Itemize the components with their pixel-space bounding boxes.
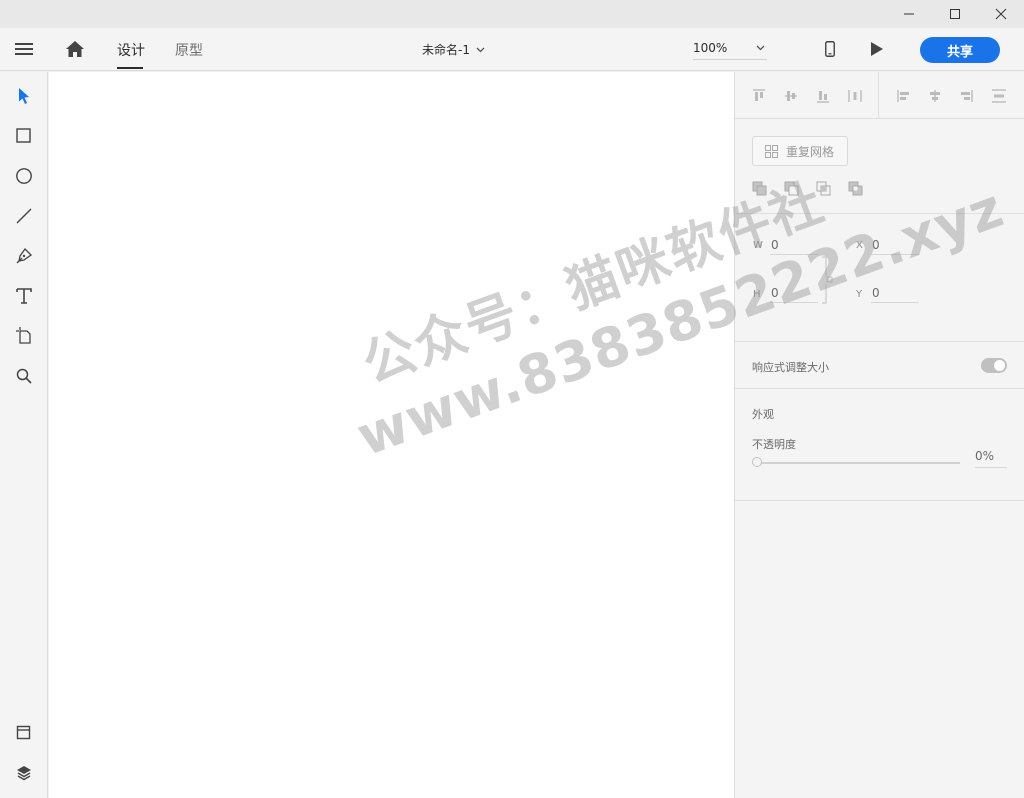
- preview-play-button[interactable]: [866, 36, 888, 62]
- height-label: H: [753, 289, 761, 300]
- ellipse-tool[interactable]: [10, 162, 38, 190]
- lock-aspect-icon[interactable]: [821, 256, 833, 304]
- line-icon: [16, 208, 32, 224]
- alignment-section: [735, 72, 1024, 119]
- boolean-intersect-button[interactable]: [815, 180, 833, 198]
- responsive-resize-toggle[interactable]: [981, 358, 1007, 373]
- opacity-value-field[interactable]: 0%: [975, 444, 1007, 468]
- pen-icon: [16, 248, 32, 264]
- top-toolbar: 设计 原型 未命名-1 100% 共享: [0, 28, 1024, 71]
- chevron-down-icon: [476, 47, 485, 52]
- document-title: 未命名-1: [422, 43, 470, 57]
- align-top-button[interactable]: [749, 86, 769, 106]
- close-icon: [995, 8, 1007, 20]
- align-center-icon: [930, 90, 940, 102]
- x-label: X: [856, 240, 863, 251]
- zoom-tool[interactable]: [10, 362, 38, 390]
- maximize-button[interactable]: [932, 0, 978, 28]
- active-tab-indicator: [117, 67, 143, 69]
- rectangle-tool[interactable]: [10, 122, 38, 150]
- ellipse-icon: [16, 168, 32, 184]
- align-right-button[interactable]: [956, 86, 976, 106]
- opacity-slider-track[interactable]: [752, 462, 960, 464]
- distribute-vertical-button[interactable]: [989, 86, 1009, 106]
- y-label: Y: [856, 289, 863, 300]
- rectangle-icon: [16, 128, 31, 143]
- text-tool[interactable]: [10, 282, 38, 310]
- align-left-button[interactable]: [894, 86, 914, 106]
- repeat-grid-button[interactable]: 重复网格: [752, 136, 848, 166]
- height-field[interactable]: 0: [770, 283, 818, 303]
- appearance-title: 外观: [752, 408, 774, 421]
- mobile-device-icon: [825, 41, 835, 57]
- design-canvas[interactable]: [49, 72, 734, 798]
- align-right-icon: [961, 90, 973, 102]
- divider: [878, 72, 879, 119]
- opacity-slider-thumb[interactable]: [752, 457, 762, 467]
- layers-panel-button[interactable]: [10, 759, 38, 787]
- width-field[interactable]: 0: [770, 235, 818, 255]
- minimize-icon: [904, 13, 914, 15]
- align-bottom-icon: [817, 91, 829, 103]
- app-window: 设计 原型 未命名-1 100% 共享 重复网格 W 0 H 0 X 0 Y 0…: [0, 0, 1024, 798]
- layers-icon: [17, 766, 31, 781]
- boolean-intersect-icon: [816, 181, 831, 196]
- text-icon: [16, 288, 32, 304]
- maximize-icon: [950, 9, 960, 19]
- grid-icon: [765, 144, 778, 158]
- close-button[interactable]: [978, 0, 1024, 28]
- repeat-grid-label: 重复网格: [786, 144, 835, 159]
- artboard-tool[interactable]: [10, 322, 38, 350]
- play-icon: [871, 42, 883, 56]
- tab-design[interactable]: 设计: [117, 40, 145, 60]
- line-tool[interactable]: [10, 202, 38, 230]
- device-preview-button[interactable]: [820, 36, 840, 62]
- share-button[interactable]: 共享: [920, 37, 1000, 63]
- home-button[interactable]: [60, 34, 90, 64]
- y-field[interactable]: 0: [871, 283, 919, 303]
- select-tool[interactable]: [10, 82, 38, 110]
- distribute-vertical-icon: [992, 89, 1006, 103]
- hamburger-icon: [15, 43, 33, 55]
- boolean-exclude-button[interactable]: [847, 180, 865, 198]
- document-title-dropdown[interactable]: 未命名-1: [422, 41, 485, 58]
- minimize-button[interactable]: [886, 0, 932, 28]
- align-left-icon: [897, 90, 909, 102]
- width-label: W: [753, 240, 763, 251]
- distribute-horizontal-icon: [848, 90, 862, 102]
- distribute-horizontal-button[interactable]: [845, 86, 865, 106]
- home-icon: [66, 41, 84, 57]
- menu-button[interactable]: [8, 34, 40, 64]
- boolean-subtract-button[interactable]: [783, 180, 801, 198]
- zoom-value: 100%: [693, 40, 728, 55]
- boolean-subtract-icon: [784, 181, 799, 196]
- align-vertical-center-button[interactable]: [781, 86, 801, 106]
- align-bottom-button[interactable]: [813, 86, 833, 106]
- assets-panel-button[interactable]: [10, 719, 38, 747]
- repeat-grid-section: [735, 119, 1024, 214]
- magnifier-icon: [16, 368, 32, 384]
- transform-section: [735, 214, 1024, 342]
- align-top-icon: [753, 89, 765, 101]
- property-inspector: 重复网格 W 0 H 0 X 0 Y 0 响应式调整大小 外观 不透明度 0%: [734, 72, 1024, 798]
- artboard-icon: [16, 327, 31, 344]
- align-horizontal-center-button[interactable]: [925, 86, 945, 106]
- boolean-add-icon: [752, 181, 767, 196]
- title-bar: [0, 0, 1024, 28]
- tab-prototype[interactable]: 原型: [175, 40, 203, 60]
- zoom-select[interactable]: 100%: [693, 36, 767, 60]
- left-toolbar: [0, 72, 48, 798]
- responsive-resize-label: 响应式调整大小: [752, 361, 829, 374]
- assets-icon: [16, 725, 31, 740]
- pen-tool[interactable]: [10, 242, 38, 270]
- boolean-add-button[interactable]: [751, 180, 769, 198]
- chevron-down-icon: [756, 45, 765, 50]
- arrow-icon: [19, 88, 29, 104]
- boolean-exclude-icon: [848, 181, 863, 196]
- x-field[interactable]: 0: [871, 235, 919, 255]
- align-middle-icon: [785, 91, 797, 101]
- opacity-label: 不透明度: [752, 438, 796, 451]
